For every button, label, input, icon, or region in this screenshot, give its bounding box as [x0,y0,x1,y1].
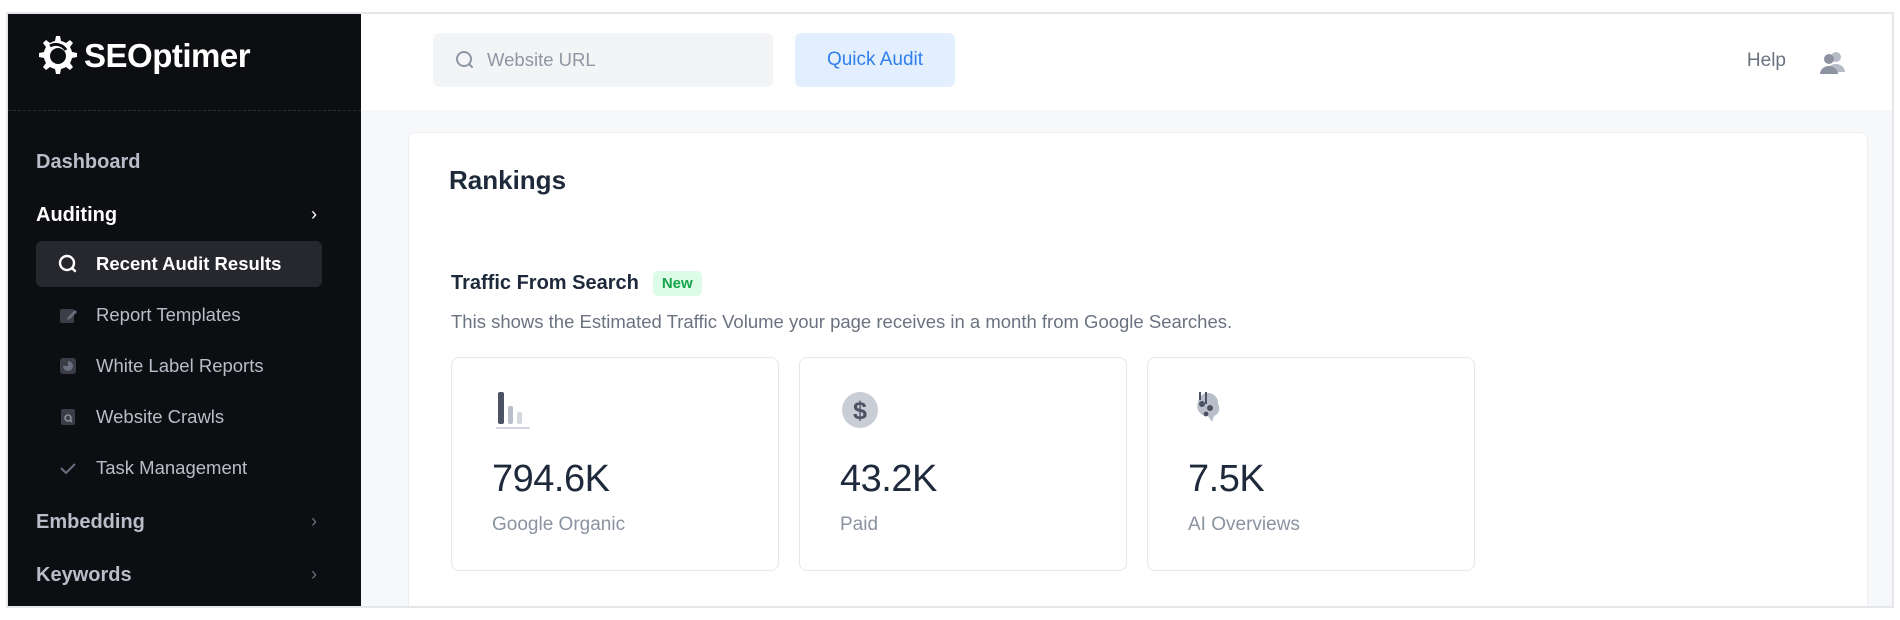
edit-document-icon [58,305,78,325]
sidebar-subitem-label: Task Management [96,457,248,478]
svg-text:$: $ [853,397,867,425]
search-icon [456,51,473,68]
sidebar-item-keywords[interactable]: Keywords [36,564,132,587]
sidebar-subitem-task-management[interactable]: Task Management [36,445,322,491]
chevron-right-icon[interactable]: › [311,511,317,532]
sidebar-item-dashboard[interactable]: Dashboard [36,151,140,174]
chevron-right-icon[interactable]: › [311,564,317,585]
section-description: This shows the Estimated Traffic Volume … [451,311,1233,332]
metric-value: 43.2K [840,458,937,500]
section-header: Traffic From Search New [451,271,702,296]
rankings-panel: Rankings Traffic From Search New This sh… [408,132,1868,606]
page-title: Rankings [449,165,567,195]
metric-label: Google Organic [492,514,626,535]
chevron-right-icon[interactable]: › [311,204,317,225]
sidebar-subitem-label: Recent Audit Results [96,253,282,274]
app-window: SEOptimer Dashboard Auditing › Recent Au… [6,12,1894,608]
top-bar: Quick Audit Help [361,14,1892,110]
section-title: Traffic From Search [451,272,639,294]
metric-value: 7.5K [1188,458,1265,500]
file-search-icon [58,407,78,427]
sidebar-subitem-recent-audit-results[interactable]: Recent Audit Results [36,241,322,287]
sidebar-subitem-website-crawls[interactable]: Website Crawls [36,394,322,440]
sidebar-item-auditing[interactable]: Auditing [36,204,117,227]
sidebar: SEOptimer Dashboard Auditing › Recent Au… [8,14,361,606]
ai-sparkle-icon [1197,392,1220,422]
metric-card-paid: $ 43.2K Paid [799,357,1127,571]
sidebar-subitem-white-label-reports[interactable]: White Label Reports [36,343,322,389]
users-icon[interactable] [1818,48,1846,76]
metric-card-ai-overviews: 7.5K AI Overviews [1147,357,1475,571]
metric-value: 794.6K [492,458,610,500]
sidebar-divider [8,110,361,111]
new-badge: New [652,271,702,296]
sidebar-item-embedding[interactable]: Embedding [36,511,145,534]
website-url-input[interactable] [487,49,747,71]
logo[interactable]: SEOptimer [30,32,251,80]
sidebar-subitem-label: White Label Reports [96,355,264,376]
help-link[interactable]: Help [1747,50,1786,72]
metric-card-google-organic: 794.6K Google Organic [451,357,779,571]
quick-audit-button[interactable]: Quick Audit [795,33,955,87]
search-box[interactable] [433,33,773,87]
metric-label: Paid [840,514,879,535]
sidebar-subitem-report-templates[interactable]: Report Templates [36,292,322,338]
dollar-icon: $ [842,392,878,428]
bar-chart-icon [496,392,530,429]
search-icon [58,254,78,274]
sidebar-subitem-label: Website Crawls [96,406,225,427]
metric-label: AI Overviews [1188,514,1300,535]
brand-name: SEOptimer [84,37,251,74]
sidebar-subitem-label: Report Templates [96,304,241,325]
report-chart-icon [58,356,78,376]
logo-gear-icon [39,36,77,74]
check-icon [58,458,78,478]
